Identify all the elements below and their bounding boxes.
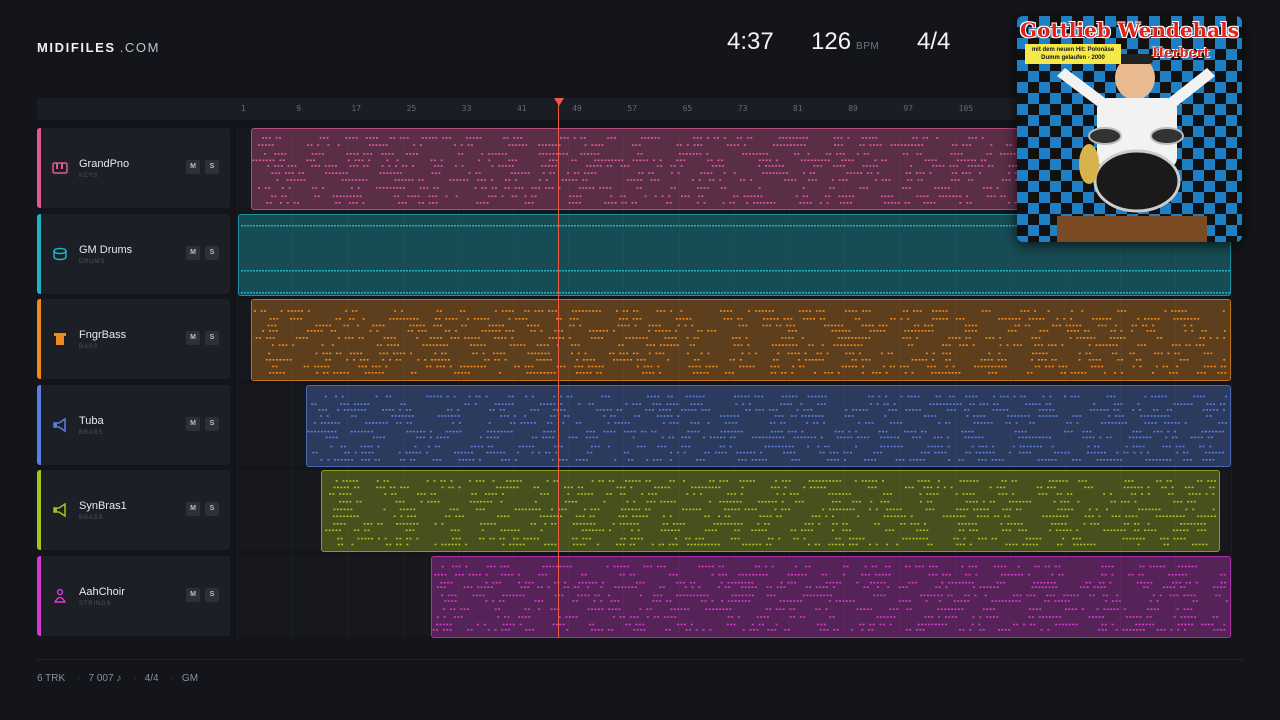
ruler-tick: 49 (572, 104, 582, 113)
bass-icon (52, 331, 68, 347)
mute-button[interactable]: M (186, 160, 200, 174)
ruler-tick: 65 (682, 104, 693, 113)
track-name: AahChoir (79, 585, 125, 598)
playhead[interactable] (558, 103, 559, 638)
ruler-tick: 81 (793, 104, 803, 113)
tempo-unit: BPM (856, 41, 880, 52)
track-name: SynBras1 (79, 500, 127, 512)
footer-standard: GM (181, 673, 199, 684)
footer-track-count: 6 TRK (37, 673, 66, 684)
track-color-accent (37, 470, 41, 550)
clip-notes (307, 395, 1228, 461)
footer-signature: 4/4 (144, 673, 159, 684)
track-header[interactable]: GM Drums DRUMS M S (37, 213, 230, 294)
solo-button[interactable]: S (205, 587, 219, 602)
footer-divider (37, 659, 1243, 660)
solo-button[interactable]: S (205, 160, 219, 174)
track-header[interactable]: SynBras1 BRASS M S (37, 470, 230, 550)
drum-icon (52, 246, 68, 262)
footer-note-count: 7 007 ♪ (88, 673, 122, 684)
clip-notes (432, 565, 1228, 631)
track-header[interactable]: AahChoir STRINGS M S (37, 555, 230, 636)
track-category: BRASS (79, 429, 104, 436)
ruler-tick: 97 (903, 104, 914, 113)
cover-artist: Gottlieb Wendehals (1020, 18, 1239, 42)
track-color-accent (37, 555, 41, 636)
midi-clip[interactable] (321, 470, 1220, 552)
choir-icon (52, 588, 68, 604)
track-color-accent (37, 213, 41, 294)
time-signature: 4/4 (917, 28, 951, 55)
ruler-tick: 33 (461, 104, 472, 113)
track-category: BRASS (79, 515, 104, 521)
ruler-tick: 17 (351, 104, 362, 113)
track-header[interactable]: Tuba BRASS M S (37, 384, 230, 465)
ruler-tick: 57 (627, 104, 638, 113)
solo-button[interactable]: S (205, 416, 219, 431)
midi-clip[interactable] (251, 299, 1231, 381)
ruler-tick: 73 (737, 104, 748, 113)
track-header[interactable]: FngrBass BASS M S (37, 299, 230, 379)
brand-logo: MIDIFILES .COM (37, 40, 160, 55)
midi-clip[interactable] (431, 555, 1231, 638)
tempo-display: 126 BPM (811, 28, 879, 56)
ruler-tick: 1 (241, 104, 246, 113)
piano-icon (52, 160, 68, 176)
album-cover: Gottlieb Wendehals mit dem neuen Hit: Po… (1017, 16, 1242, 242)
ruler-tick: 25 (406, 104, 417, 113)
midi-clip[interactable] (306, 384, 1231, 467)
horn-icon (52, 417, 68, 433)
solo-button[interactable]: S (205, 331, 219, 345)
ruler-tick: 105 (958, 104, 974, 113)
tempo-value: 126 (811, 28, 852, 55)
brand-name: MIDIFILES (37, 40, 116, 55)
track-category: STRINGS (79, 600, 112, 607)
mute-button[interactable]: M (186, 245, 200, 260)
clip-notes (325, 480, 1217, 546)
track-category: DRUMS (79, 258, 105, 265)
horn-icon (52, 502, 68, 518)
ruler-tick: 9 (296, 104, 302, 113)
clip-notes (253, 310, 1227, 374)
cover-title: Herbert (1152, 46, 1210, 61)
track-color-accent (37, 384, 41, 465)
track-color-accent (37, 128, 41, 208)
status-footer: 6 TRK · 7 007 ♪ · 4/4 · GM (37, 673, 199, 684)
playhead-marker[interactable] (554, 98, 564, 106)
track-category: BASS (79, 344, 99, 350)
brand-domain: .COM (119, 40, 161, 55)
track-name: GrandPno (79, 158, 130, 170)
track-name: Tuba (79, 414, 104, 427)
solo-button[interactable]: S (205, 245, 219, 260)
track-name: GM Drums (79, 243, 133, 256)
grid-line (237, 128, 238, 638)
mute-button[interactable]: M (186, 331, 200, 345)
mute-button[interactable]: M (186, 416, 200, 431)
cover-sticker: mit dem neuen Hit: Polonäse Dumm gelaufe… (1025, 44, 1121, 64)
ruler-tick: 41 (517, 104, 527, 113)
mute-button[interactable]: M (186, 502, 200, 516)
ruler-tick: 89 (848, 104, 858, 113)
track-header[interactable]: GrandPno KEYS M S (37, 128, 230, 208)
mute-button[interactable]: M (186, 587, 200, 602)
track-category: KEYS (79, 173, 99, 179)
track-color-accent (37, 299, 41, 379)
track-name: FngrBass (79, 329, 127, 341)
solo-button[interactable]: S (205, 502, 219, 516)
song-time: 4:37 (727, 28, 774, 55)
